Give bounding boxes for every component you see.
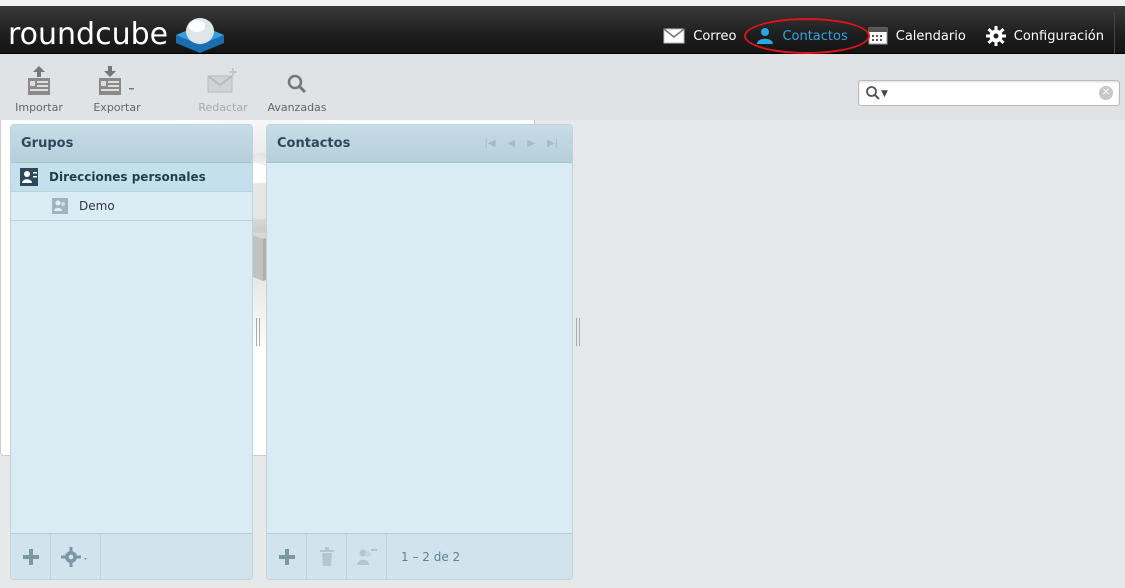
search-icon	[287, 74, 307, 94]
quick-search: ▼ ✕	[858, 80, 1120, 106]
logo-text: roundcube	[8, 16, 169, 52]
gear-icon	[985, 26, 1006, 46]
chevron-down-icon[interactable]: ▼	[881, 89, 888, 99]
pager: |◀ ◀ ▶ ▶|	[484, 138, 558, 149]
logo-icon	[176, 18, 225, 53]
next-page-icon[interactable]: ▶	[527, 138, 535, 149]
nav-contacts[interactable]: Contactos	[744, 12, 871, 60]
top-navigation-bar: roundcube Correo Contactos Calendario Co…	[0, 6, 1125, 60]
plus-icon	[278, 548, 295, 565]
groups-title: Grupos	[11, 125, 252, 163]
splitter-handle[interactable]	[256, 318, 260, 346]
delete-contact-button[interactable]	[307, 533, 347, 579]
group-item-demo[interactable]: Demo	[11, 192, 252, 221]
nav-mail[interactable]: Correo	[653, 12, 746, 60]
export-label: Exportar	[93, 101, 141, 114]
search-options-icon[interactable]	[865, 85, 881, 101]
splitter-handle[interactable]	[576, 318, 580, 346]
advanced-search-label: Avanzadas	[267, 101, 327, 114]
nav-calendar-label: Calendario	[895, 28, 966, 44]
compose-icon	[207, 68, 237, 93]
compose-button[interactable]: Redactar	[188, 66, 258, 114]
contacts-footer: 1 – 2 de 2	[267, 533, 572, 579]
main-nav: Correo Contactos Calendario Configuració…	[653, 12, 1125, 60]
trash-icon	[319, 546, 334, 566]
add-contact-button[interactable]	[267, 533, 307, 579]
plus-icon	[22, 548, 39, 565]
export-icon	[99, 66, 134, 95]
toolbar: Importar Exportar Redactar Avanzadas ▼ ✕	[0, 54, 1125, 120]
nav-settings[interactable]: Configuración	[976, 12, 1114, 60]
compose-label: Redactar	[198, 101, 248, 114]
group-item-label: Demo	[79, 199, 115, 213]
import-icon	[28, 66, 50, 95]
gear-icon	[60, 546, 87, 567]
nav-settings-label: Configuración	[1013, 28, 1104, 44]
search-input[interactable]	[895, 83, 1085, 103]
first-page-icon[interactable]: |◀	[484, 138, 495, 149]
header-bar: roundcube Correo Contactos Calendario Co…	[0, 0, 1125, 60]
nav-mail-label: Correo	[693, 28, 737, 44]
calendar-icon	[868, 27, 888, 45]
highlight-ring	[744, 18, 871, 54]
remove-from-group-button[interactable]	[347, 533, 387, 579]
clear-search-icon[interactable]: ✕	[1099, 86, 1113, 100]
contact-group-icon	[52, 198, 68, 214]
advanced-search-button[interactable]: Avanzadas	[262, 66, 332, 114]
import-button[interactable]: Importar	[4, 66, 74, 114]
import-label: Importar	[15, 101, 63, 114]
nav-calendar[interactable]: Calendario	[858, 12, 976, 60]
last-page-icon[interactable]: ▶|	[547, 138, 558, 149]
previous-page-icon[interactable]: ◀	[508, 138, 516, 149]
groups-panel: Grupos Direcciones personales Demo	[10, 124, 253, 580]
nav-overflow[interactable]	[1115, 12, 1125, 60]
roundcube-logo[interactable]: roundcube	[8, 14, 228, 54]
groups-footer	[11, 533, 252, 579]
group-options-button[interactable]	[51, 533, 101, 579]
remove-user-icon	[356, 548, 377, 565]
group-item-personal-addresses[interactable]: Direcciones personales	[11, 163, 252, 192]
group-item-label: Direcciones personales	[49, 170, 206, 184]
export-button[interactable]: Exportar	[82, 66, 152, 114]
contact-count: 1 – 2 de 2	[401, 549, 461, 564]
address-book-icon	[20, 168, 38, 186]
envelope-icon	[663, 28, 685, 44]
contacts-panel: Contactos |◀ ◀ ▶ ▶| 1 – 2 de 2	[266, 124, 573, 580]
add-group-button[interactable]	[11, 533, 51, 579]
